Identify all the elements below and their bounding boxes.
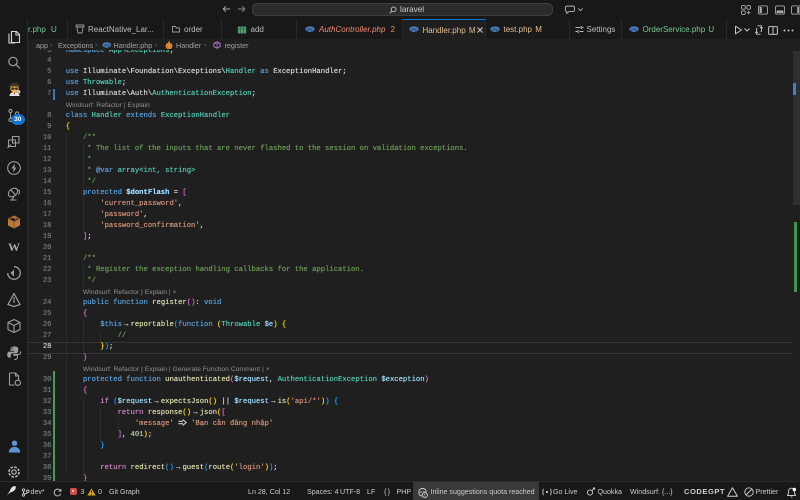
svg-text:php: php — [411, 28, 419, 32]
svg-text:php: php — [307, 27, 315, 31]
svg-text:php: php — [492, 27, 500, 31]
svg-text:php: php — [103, 43, 110, 47]
svg-text:php: php — [631, 27, 639, 31]
